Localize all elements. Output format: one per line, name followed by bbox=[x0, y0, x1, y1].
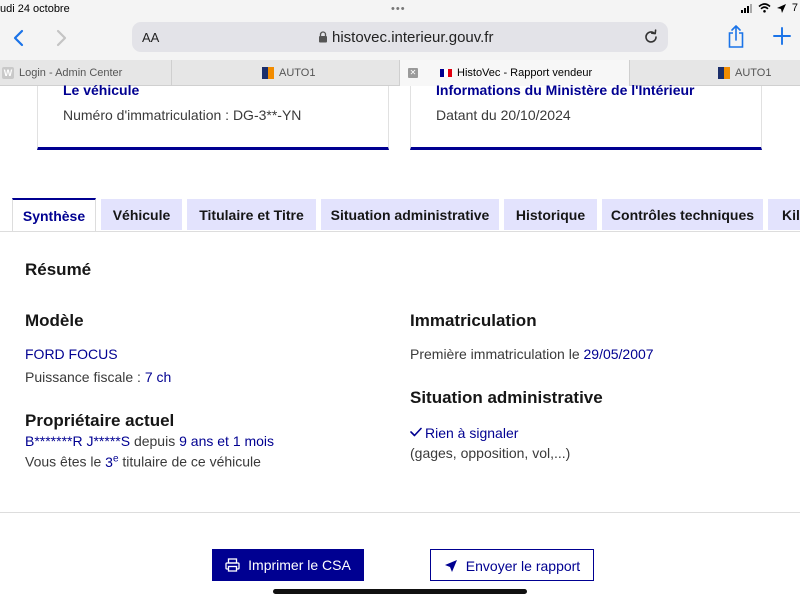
registration-number: Numéro d'immatriculation : DG-3**-YN bbox=[63, 107, 302, 123]
print-label: Imprimer le CSA bbox=[248, 557, 351, 573]
multitask-dots-icon[interactable]: ••• bbox=[391, 3, 406, 15]
reader-mode-button[interactable]: AA bbox=[142, 30, 159, 45]
new-tab-icon[interactable] bbox=[772, 26, 792, 46]
status-bar: udi 24 octobre ••• 7 bbox=[0, 0, 800, 20]
wifi-icon bbox=[758, 3, 771, 13]
status-date: udi 24 octobre bbox=[0, 3, 70, 15]
ministere-date: Datant du 20/10/2024 bbox=[436, 107, 571, 123]
situation-details: (gages, opposition, vol,...) bbox=[410, 445, 571, 461]
auto1-favicon-icon bbox=[718, 67, 730, 79]
close-tab-icon[interactable]: ✕ bbox=[408, 68, 418, 78]
fiscal-power-value: 7 ch bbox=[144, 369, 172, 385]
tab-synthese[interactable]: Synthèse bbox=[12, 198, 96, 232]
vehicle-card-title: Le véhicule bbox=[63, 82, 140, 98]
browser-tab-auto1[interactable]: AUTO1 bbox=[172, 60, 400, 86]
titulaire-prefix: Vous êtes le bbox=[25, 453, 102, 470]
french-flag-favicon-icon bbox=[440, 69, 452, 77]
titulaire-line: Vous êtes le 3e titulaire de ce véhicule bbox=[25, 453, 261, 470]
tab-kilometrage[interactable]: Kil bbox=[768, 199, 800, 230]
print-csa-button[interactable]: Imprimer le CSA bbox=[212, 549, 364, 581]
section-tabs: Synthèse Véhicule Titulaire et Titre Sit… bbox=[0, 198, 800, 232]
send-label: Envoyer le rapport bbox=[465, 558, 581, 574]
owner-since-value: 9 ans et 1 mois bbox=[179, 433, 275, 449]
titulaire-rank: 3e bbox=[105, 453, 119, 470]
first-registration-date: 29/05/2007 bbox=[583, 346, 654, 362]
modele-heading: Modèle bbox=[25, 311, 84, 330]
auto1-favicon-icon bbox=[262, 67, 274, 79]
situation-status: Rien à signaler bbox=[410, 425, 518, 441]
url-text[interactable]: histovec.interieur.gouv.fr bbox=[332, 29, 493, 46]
owner-name: B*******R J*****S bbox=[25, 433, 131, 449]
share-icon[interactable] bbox=[726, 24, 746, 50]
tab-label: HistoVec - Rapport vendeur bbox=[457, 67, 593, 79]
situation-status-text: Rien à signaler bbox=[425, 425, 519, 441]
battery-level: 7 bbox=[791, 2, 798, 14]
tab-label: AUTO1 bbox=[279, 67, 316, 79]
fiscal-power-label: Puissance fiscale : bbox=[25, 369, 141, 385]
location-icon bbox=[776, 3, 786, 13]
lock-icon bbox=[319, 31, 327, 43]
address-bar[interactable]: AA histovec.interieur.gouv.fr bbox=[132, 22, 668, 52]
owner-line: B*******R J*****S depuis 9 ans et 1 mois bbox=[25, 433, 274, 449]
tab-situation-administrative[interactable]: Situation administrative bbox=[321, 199, 499, 230]
back-icon[interactable] bbox=[8, 26, 30, 50]
tab-label: Login - Admin Center bbox=[19, 67, 123, 79]
proprietaire-heading: Propriétaire actuel bbox=[25, 411, 175, 430]
situation-heading: Situation administrative bbox=[410, 388, 603, 407]
fiscal-power: Puissance fiscale : 7 ch bbox=[25, 369, 171, 385]
ministere-card: Informations du Ministère de l'Intérieur… bbox=[410, 82, 762, 150]
reload-icon[interactable] bbox=[642, 28, 660, 46]
summary-panel: Résumé Modèle FORD FOCUS Puissance fisca… bbox=[0, 231, 800, 513]
home-indicator[interactable] bbox=[273, 589, 527, 594]
summary-title: Résumé bbox=[25, 260, 92, 279]
send-report-button[interactable]: Envoyer le rapport bbox=[430, 549, 594, 581]
vehicle-card: Le véhicule Numéro d'immatriculation : D… bbox=[37, 82, 389, 150]
tab-titulaire-titre[interactable]: Titulaire et Titre bbox=[187, 199, 316, 230]
tab-vehicule[interactable]: Véhicule bbox=[101, 199, 182, 230]
tab-label: AUTO1 bbox=[735, 67, 772, 79]
tab-historique[interactable]: Historique bbox=[504, 199, 597, 230]
ministere-card-title: Informations du Ministère de l'Intérieur bbox=[436, 82, 695, 98]
cellular-signal-icon bbox=[740, 3, 752, 13]
first-registration: Première immatriculation le 29/05/2007 bbox=[410, 346, 654, 362]
printer-icon bbox=[225, 558, 240, 572]
vehicle-model: FORD FOCUS bbox=[25, 346, 118, 362]
check-icon bbox=[410, 427, 422, 437]
send-icon bbox=[444, 560, 457, 572]
browser-toolbar: AA histovec.interieur.gouv.fr bbox=[0, 20, 800, 60]
w-favicon-icon: W bbox=[2, 67, 14, 79]
first-registration-label: Première immatriculation le bbox=[410, 346, 580, 362]
owner-since-label: depuis bbox=[133, 433, 176, 449]
forward-icon[interactable] bbox=[50, 26, 72, 50]
tab-controles-techniques[interactable]: Contrôles techniques bbox=[602, 199, 763, 230]
status-icons: 7 bbox=[740, 2, 798, 14]
immatriculation-heading: Immatriculation bbox=[410, 311, 537, 330]
titulaire-suffix: titulaire de ce véhicule bbox=[122, 453, 261, 470]
